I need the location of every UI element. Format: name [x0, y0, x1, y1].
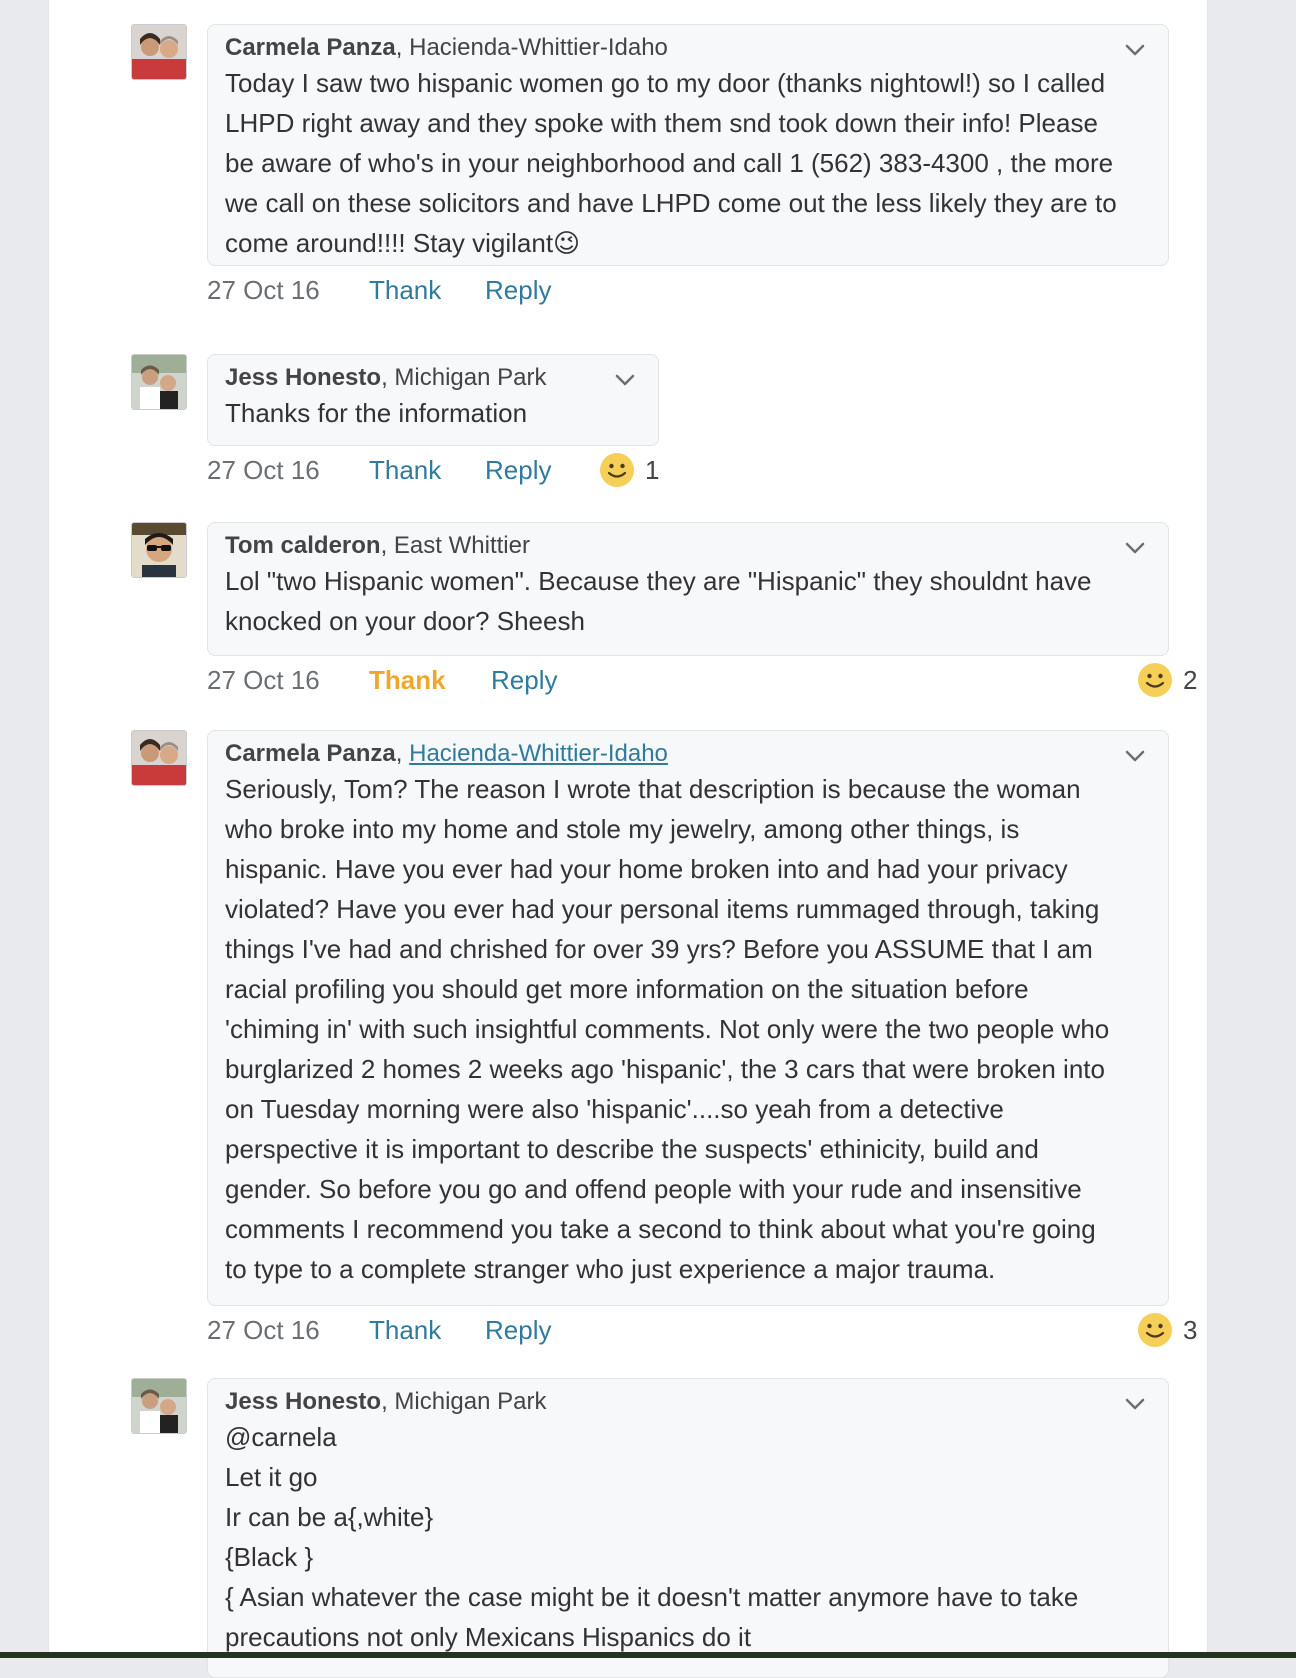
- comment-body: Thanks for the information: [225, 393, 642, 433]
- reaction[interactable]: 1: [599, 452, 659, 488]
- comment-line: 'chiming in' with such insightful commen…: [225, 1014, 1110, 1044]
- comment-line: gender. So before you go and offend peop…: [225, 1174, 1082, 1204]
- comment-header: Tom calderon, East Whittier: [225, 532, 530, 559]
- comment-line: Thanks for the information: [225, 398, 528, 428]
- comment-date: 27 Oct 16: [207, 275, 320, 305]
- author-location[interactable]: East Whittier: [394, 532, 530, 559]
- author-location[interactable]: Michigan Park: [394, 1388, 546, 1415]
- comment-body: Lol "two Hispanic women". Because they a…: [225, 561, 1152, 641]
- author-location[interactable]: Michigan Park: [394, 364, 546, 391]
- author-name[interactable]: Jess Honesto: [225, 364, 381, 391]
- comment-date: 27 Oct 16: [207, 1315, 320, 1345]
- avatar[interactable]: [131, 522, 187, 578]
- reaction[interactable]: 2: [1137, 662, 1197, 698]
- chevron-down-icon[interactable]: [1124, 541, 1146, 555]
- avatar[interactable]: [131, 730, 187, 786]
- comment-line: {Black }: [225, 1542, 314, 1572]
- comment-header: Carmela Panza, Hacienda-Whittier-Idaho: [225, 740, 668, 767]
- comment-line: @carnela: [225, 1422, 337, 1452]
- smiley-icon: [600, 453, 634, 487]
- chevron-down-icon[interactable]: [1124, 43, 1146, 57]
- thank-button[interactable]: Thank: [369, 1314, 441, 1346]
- comment-line: LHPD right away and they spoke with them…: [225, 108, 1098, 138]
- chevron-down-icon[interactable]: [614, 373, 636, 387]
- comment-line: we call on these solicitors and have LHP…: [225, 188, 1117, 218]
- comment-bubble: Jess Honesto, Michigan Park @carnela Let…: [207, 1378, 1169, 1678]
- comment-line: Seriously, Tom? The reason I wrote that …: [225, 774, 1081, 804]
- reaction-count: 1: [645, 455, 660, 485]
- comment-bubble: Carmela Panza, Hacienda-Whittier-Idaho T…: [207, 24, 1169, 266]
- reply-button[interactable]: Reply: [491, 664, 557, 696]
- smiley-icon: [1138, 1313, 1172, 1347]
- thank-button[interactable]: Thank: [369, 454, 441, 486]
- comment-line: comments I recommend you take a second t…: [225, 1214, 1096, 1244]
- comment-line: violated? Have you ever had your persona…: [225, 894, 1100, 924]
- comment-bubble: Jess Honesto, Michigan Park Thanks for t…: [207, 354, 659, 446]
- comment-line: burglarized 2 homes 2 weeks ago 'hispani…: [225, 1054, 1105, 1084]
- comment-line: precautions not only Mexicans Hispanics …: [225, 1622, 752, 1652]
- comment-line: Ir can be a{,white}: [225, 1502, 434, 1532]
- chevron-down-icon[interactable]: [1124, 749, 1146, 763]
- comment-line: perspective it is important to describe …: [225, 1134, 1039, 1164]
- chevron-down-icon[interactable]: [1124, 1397, 1146, 1411]
- author-name[interactable]: Tom calderon: [225, 532, 381, 559]
- comment-body: Seriously, Tom? The reason I wrote that …: [225, 769, 1152, 1289]
- comment-line: racial profiling you should get more inf…: [225, 974, 1029, 1004]
- reaction-count: 3: [1183, 1315, 1198, 1345]
- author-name[interactable]: Carmela Panza: [225, 740, 396, 767]
- comment-line: who broke into my home and stole my jewe…: [225, 814, 1020, 844]
- comment-line: Today I saw two hispanic women go to my …: [225, 68, 1106, 98]
- reaction[interactable]: 3: [1137, 1312, 1197, 1348]
- reply-button[interactable]: Reply: [485, 454, 551, 486]
- comment-line: { Asian whatever the case might be it do…: [225, 1582, 1079, 1612]
- comment-body: Today I saw two hispanic women go to my …: [225, 63, 1152, 263]
- comment-date: 27 Oct 16: [207, 665, 320, 695]
- author-name[interactable]: Jess Honesto: [225, 1388, 381, 1415]
- avatar[interactable]: [131, 354, 187, 410]
- reply-button[interactable]: Reply: [485, 274, 551, 306]
- comment-date: 27 Oct 16: [207, 455, 320, 485]
- comment-header: Carmela Panza, Hacienda-Whittier-Idaho: [225, 34, 668, 61]
- comments-panel: Carmela Panza, Hacienda-Whittier-Idaho T…: [48, 0, 1208, 1678]
- author-location-link[interactable]: Hacienda-Whittier-Idaho: [409, 740, 668, 767]
- author-location[interactable]: Hacienda-Whittier-Idaho: [409, 34, 668, 61]
- thank-button[interactable]: Thank: [369, 274, 441, 306]
- thank-button[interactable]: Thank: [369, 664, 446, 696]
- comment-line: be aware of who's in your neighborhood a…: [225, 148, 1114, 178]
- author-name[interactable]: Carmela Panza: [225, 34, 396, 61]
- comment-line: hispanic. Have you ever had your home br…: [225, 854, 1068, 884]
- comment-line: Lol "two Hispanic women". Because they a…: [225, 566, 1092, 596]
- comment-line: knocked on your door? Sheesh: [225, 606, 585, 636]
- smiley-icon: [1138, 663, 1172, 697]
- bottom-edge: [0, 1652, 1296, 1658]
- comment-bubble: Tom calderon, East Whittier Lol "two His…: [207, 522, 1169, 656]
- comment-line: Let it go: [225, 1462, 318, 1492]
- comment-line: on Tuesday morning were also 'hispanic'.…: [225, 1094, 1004, 1124]
- comment-header: Jess Honesto, Michigan Park: [225, 364, 547, 391]
- comment-body: @carnela Let it go Ir can be a{,white} {…: [225, 1417, 1152, 1657]
- comment-line: to type to a complete stranger who just …: [225, 1254, 996, 1284]
- avatar[interactable]: [131, 1378, 187, 1434]
- reaction-count: 2: [1183, 665, 1198, 695]
- comment-bubble: Carmela Panza, Hacienda-Whittier-Idaho S…: [207, 730, 1169, 1306]
- comment-line: things I've had and chrished for over 39…: [225, 934, 1093, 964]
- comment-header: Jess Honesto, Michigan Park: [225, 1388, 547, 1415]
- reply-button[interactable]: Reply: [485, 1314, 551, 1346]
- comment-line: come around!!!! Stay vigilant😉: [225, 228, 581, 258]
- avatar[interactable]: [131, 24, 187, 80]
